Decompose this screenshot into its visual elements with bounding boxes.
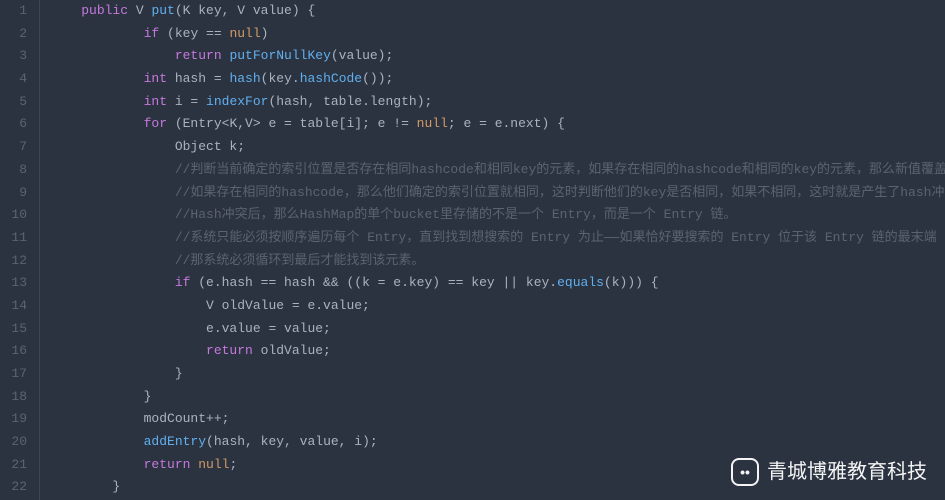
token-method: hashCode (300, 71, 362, 86)
token-method: putForNullKey (229, 48, 330, 63)
line-number: 15 (0, 318, 27, 341)
code-line: //系统只能必须按顺序遍历每个 Entry，直到找到想搜索的 Entry 为止—… (50, 227, 945, 250)
line-number: 1 (0, 0, 27, 23)
token-ident: V oldValue = e.value; (206, 298, 370, 313)
code-line: V oldValue = e.value; (50, 295, 945, 318)
line-number: 6 (0, 113, 27, 136)
code-line: public V put(K key, V value) { (50, 0, 945, 23)
token-kw: return (206, 343, 253, 358)
line-number: 3 (0, 45, 27, 68)
line-number: 11 (0, 227, 27, 250)
token-kw: for (144, 116, 167, 131)
token-method: put (151, 3, 174, 18)
token-null: null (198, 457, 229, 472)
code-line: return putForNullKey(value); (50, 45, 945, 68)
token-kw: if (175, 275, 191, 290)
line-number: 2 (0, 23, 27, 46)
token-ident: modCount++; (144, 411, 230, 426)
code-line: //Hash冲突后，那么HashMap的单个bucket里存储的不是一个 Ent… (50, 204, 945, 227)
token-punct: ) (261, 26, 269, 41)
token-null: null (417, 116, 448, 131)
code-editor: 12345678910111213141516171819202122 publ… (0, 0, 945, 500)
token-comment: //判断当前确定的索引位置是否存在相同hashcode和相同key的元素，如果存… (175, 162, 945, 177)
code-line: for (Entry<K,V> e = table[i]; e != null;… (50, 113, 945, 136)
token-kw: public (81, 3, 128, 18)
token-punct: ; e = e.next) { (448, 116, 565, 131)
line-number: 4 (0, 68, 27, 91)
token-punct: (value); (331, 48, 393, 63)
token-type: int (144, 94, 167, 109)
line-number: 12 (0, 250, 27, 273)
line-number: 10 (0, 204, 27, 227)
line-number: 17 (0, 363, 27, 386)
line-number: 19 (0, 408, 27, 431)
token-punct: (K key, V value) { (175, 3, 315, 18)
token-punct: (e.hash == hash && ((k = e.key) == key |… (190, 275, 557, 290)
line-number: 18 (0, 386, 27, 409)
token-punct: hash = (167, 71, 229, 86)
token-kw: if (144, 26, 160, 41)
line-number: 13 (0, 272, 27, 295)
code-line: //那系统必须循环到最后才能找到该元素。 (50, 250, 945, 273)
code-line: //判断当前确定的索引位置是否存在相同hashcode和相同key的元素，如果存… (50, 159, 945, 182)
code-line: int i = indexFor(hash, table.length); (50, 91, 945, 114)
token-punct: (hash, key, value, i); (206, 434, 378, 449)
watermark: •• 青城博雅教育科技 (731, 458, 927, 486)
code-line: //如果存在相同的hashcode，那么他们确定的索引位置就相同，这时判断他们的… (50, 182, 945, 205)
token-comment: //如果存在相同的hashcode，那么他们确定的索引位置就相同，这时判断他们的… (175, 185, 945, 200)
token-ident: Object k; (175, 139, 245, 154)
line-number: 22 (0, 476, 27, 499)
token-punct: (Entry<K,V> e = table[i]; e != (167, 116, 417, 131)
token-method: indexFor (206, 94, 268, 109)
token-comment: //那系统必须循环到最后才能找到该元素。 (175, 253, 425, 268)
line-number: 21 (0, 454, 27, 477)
token-punct: ; (229, 457, 237, 472)
token-punct: } (175, 366, 183, 381)
token-ident: oldValue; (253, 343, 331, 358)
token-ident: e.value = value; (206, 321, 331, 336)
code-line: return oldValue; (50, 340, 945, 363)
token-punct: } (112, 479, 120, 494)
code-area: public V put(K key, V value) { if (key =… (40, 0, 945, 500)
code-line: if (key == null) (50, 23, 945, 46)
token-method: hash (229, 71, 260, 86)
line-number: 14 (0, 295, 27, 318)
code-line: if (e.hash == hash && ((k = e.key) == ke… (50, 272, 945, 295)
code-line: Object k; (50, 136, 945, 159)
watermark-text: 青城博雅教育科技 (767, 461, 927, 484)
code-line: modCount++; (50, 408, 945, 431)
token-type: int (144, 71, 167, 86)
token-punct: (key == (159, 26, 229, 41)
token-ident: V (128, 3, 151, 18)
token-comment: //系统只能必须按顺序遍历每个 Entry，直到找到想搜索的 Entry 为止—… (175, 230, 945, 245)
line-number-gutter: 12345678910111213141516171819202122 (0, 0, 40, 500)
line-number: 5 (0, 91, 27, 114)
token-punct: } (144, 389, 152, 404)
line-number: 9 (0, 182, 27, 205)
code-line: addEntry(hash, key, value, i); (50, 431, 945, 454)
token-null: null (229, 26, 260, 41)
token-kw: return (144, 457, 191, 472)
code-line: } (50, 363, 945, 386)
token-kw: return (175, 48, 222, 63)
token-method: equals (557, 275, 604, 290)
token-punct: (key. (261, 71, 300, 86)
code-line: } (50, 386, 945, 409)
token-punct: ()); (362, 71, 393, 86)
line-number: 20 (0, 431, 27, 454)
token-punct: i = (167, 94, 206, 109)
line-number: 7 (0, 136, 27, 159)
code-line: int hash = hash(key.hashCode()); (50, 68, 945, 91)
line-number: 8 (0, 159, 27, 182)
wechat-icon: •• (731, 458, 759, 486)
token-method: addEntry (144, 434, 206, 449)
token-punct: (hash, table.length); (268, 94, 432, 109)
code-line: e.value = value; (50, 318, 945, 341)
token-comment: //Hash冲突后，那么HashMap的单个bucket里存储的不是一个 Ent… (175, 207, 737, 222)
token-punct: (k))) { (604, 275, 659, 290)
line-number: 16 (0, 340, 27, 363)
